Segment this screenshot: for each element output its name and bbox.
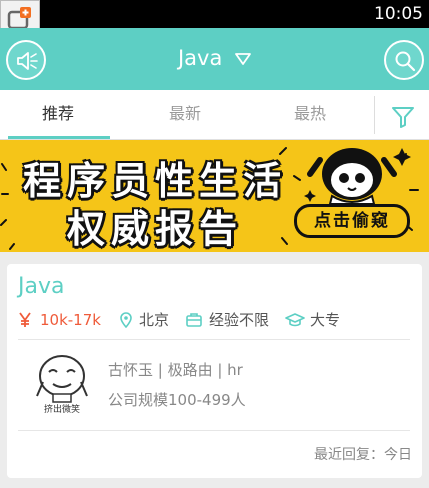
location-pin-icon	[120, 312, 132, 328]
salary: 10k-17k	[18, 309, 101, 331]
location: 北京	[119, 309, 169, 331]
salary-value: 10k-17k	[40, 311, 101, 329]
status-time: 10:05	[374, 4, 423, 24]
education: 大专	[285, 309, 340, 331]
avatar-caption: 挤出微笑	[43, 405, 80, 415]
app-bar: Java	[0, 28, 429, 90]
search-button[interactable]	[384, 40, 424, 80]
job-title: Java	[18, 274, 65, 299]
page-title: Java	[177, 46, 223, 70]
header-title-dropdown[interactable]: Java	[0, 46, 429, 70]
card-divider-bottom	[18, 430, 410, 431]
banner-peek-button[interactable]: 点击偷窥	[294, 204, 410, 238]
location-value: 北京	[139, 311, 170, 329]
tab-latest[interactable]: 最新	[135, 90, 235, 140]
last-reply: 最近回复：今日	[314, 447, 412, 463]
tab-divider	[374, 96, 375, 134]
tab-active-indicator	[8, 136, 110, 139]
banner-headline: 程序员性生活	[22, 158, 287, 203]
company-size: 公司规模100-499人	[108, 391, 246, 409]
promo-banner[interactable]: 程序员性生活 权威报告 点击偷窥	[0, 140, 429, 252]
briefcase-icon	[186, 313, 202, 327]
funnel-icon[interactable]	[390, 104, 416, 130]
triangle-down-icon	[235, 53, 251, 65]
yen-icon	[19, 312, 31, 327]
tab-hottest[interactable]: 最热	[260, 90, 360, 140]
tab-recommended[interactable]: 推荐	[8, 90, 108, 140]
tab-bar: 推荐 最新 最热	[0, 90, 429, 140]
search-icon	[395, 51, 416, 72]
experience-value: 经验不限	[209, 311, 270, 329]
card-divider-top	[18, 339, 410, 340]
graduation-cap-icon	[285, 313, 305, 327]
experience: 经验不限	[186, 309, 269, 331]
poster-info: 古怀玉 | 极路由 | hr	[108, 361, 243, 379]
status-bar: 10:05	[0, 0, 429, 28]
education-value: 大专	[310, 311, 341, 329]
job-card[interactable]: Java 10k-17k 北京 经验不限 大专 挤出微笑 古怀玉 | 极路由 |…	[7, 264, 422, 478]
banner-subheadline: 权威报告	[66, 206, 243, 251]
